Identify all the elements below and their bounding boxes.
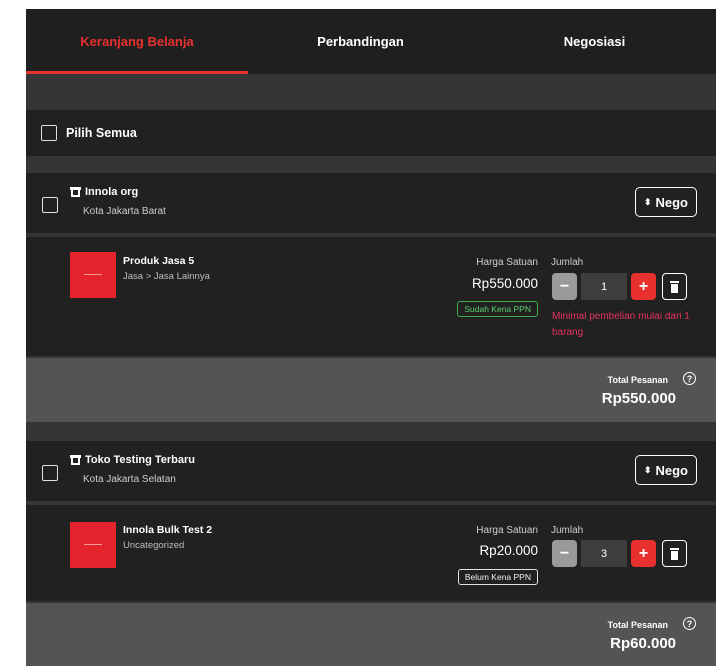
store-name-text: Innola org	[85, 186, 139, 198]
product-thumbnail[interactable]	[70, 522, 116, 568]
product-row: Innola Bulk Test 2 Uncategorized Harga S…	[26, 505, 716, 601]
tab-bar: Keranjang Belanja Perbandingan Negosiasi	[26, 9, 716, 74]
store-name-text: Toko Testing Terbaru	[85, 454, 196, 466]
quantity-input[interactable]	[581, 540, 627, 567]
order-total-bar: Total Pesanan ? Rp550.000	[26, 358, 716, 422]
order-total-label: Total Pesanan	[607, 620, 668, 630]
sort-arrows-icon: ⬍	[643, 464, 652, 475]
product-row: Produk Jasa 5 Jasa > Jasa Lainnya Harga …	[26, 237, 716, 356]
help-icon[interactable]: ?	[683, 372, 696, 385]
unit-price: Rp20.000	[479, 543, 538, 558]
tab-perbandingan[interactable]: Perbandingan	[248, 9, 473, 74]
ppn-badge: Belum Kena PPN	[457, 569, 538, 585]
select-all-checkbox[interactable]	[41, 125, 57, 141]
select-all-label: Pilih Semua	[66, 126, 137, 140]
unit-price-label: Harga Satuan	[476, 257, 538, 268]
unit-price: Rp550.000	[471, 276, 538, 291]
increase-quantity-button[interactable]: +	[631, 273, 656, 300]
store-checkbox[interactable]	[42, 465, 58, 481]
delete-item-button[interactable]	[662, 540, 687, 567]
product-category: Jasa > Jasa Lainnya	[123, 271, 210, 282]
quantity-label: Jumlah	[551, 525, 584, 536]
sort-arrows-icon: ⬍	[643, 196, 652, 207]
quantity-stepper: − +	[552, 540, 687, 567]
store-city: Kota Jakarta Selatan	[83, 474, 176, 485]
store-icon	[70, 455, 81, 465]
trash-icon	[670, 547, 679, 560]
store-name: Innola org	[70, 186, 138, 198]
help-icon[interactable]: ?	[683, 617, 696, 630]
minimum-purchase-message: Minimal pembelian mulai dari 1 barang	[552, 311, 690, 338]
store-header: Innola org Kota Jakarta Barat ⬍ Nego	[26, 173, 716, 233]
nego-button[interactable]: ⬍ Nego	[634, 455, 697, 485]
order-total-bar: Total Pesanan ? Rp60.000	[26, 603, 716, 666]
quantity-label: Jumlah	[551, 257, 584, 268]
order-total-label: Total Pesanan	[607, 375, 668, 385]
decrease-quantity-button[interactable]: −	[552, 540, 577, 567]
decrease-quantity-button[interactable]: −	[552, 273, 577, 300]
order-total-value: Rp550.000	[601, 390, 676, 407]
quantity-stepper: − +	[552, 273, 687, 300]
nego-button-label: Nego	[655, 462, 689, 478]
store-checkbox[interactable]	[42, 197, 58, 213]
product-category: Uncategorized	[123, 540, 185, 551]
product-thumbnail[interactable]	[70, 252, 116, 298]
product-name[interactable]: Produk Jasa 5	[123, 255, 194, 267]
nego-button-label: Nego	[655, 194, 689, 210]
unit-price-label: Harga Satuan	[476, 525, 538, 536]
increase-quantity-button[interactable]: +	[631, 540, 656, 567]
tab-negosiasi[interactable]: Negosiasi	[473, 9, 716, 74]
store-city: Kota Jakarta Barat	[83, 206, 166, 217]
store-icon	[70, 187, 81, 197]
order-total-value: Rp60.000	[610, 635, 676, 652]
select-all-row: Pilih Semua	[26, 110, 716, 156]
nego-button[interactable]: ⬍ Nego	[634, 187, 697, 217]
product-name[interactable]: Innola Bulk Test 2	[123, 524, 212, 536]
store-header: Toko Testing Terbaru Kota Jakarta Selata…	[26, 441, 716, 501]
quantity-input[interactable]	[581, 273, 627, 300]
cart-app: Keranjang Belanja Perbandingan Negosiasi…	[26, 9, 716, 666]
trash-icon	[670, 280, 679, 293]
tab-keranjang-belanja[interactable]: Keranjang Belanja	[26, 9, 248, 74]
ppn-badge: Sudah Kena PPN	[457, 301, 538, 317]
store-name: Toko Testing Terbaru	[70, 454, 195, 466]
delete-item-button[interactable]	[662, 273, 687, 300]
